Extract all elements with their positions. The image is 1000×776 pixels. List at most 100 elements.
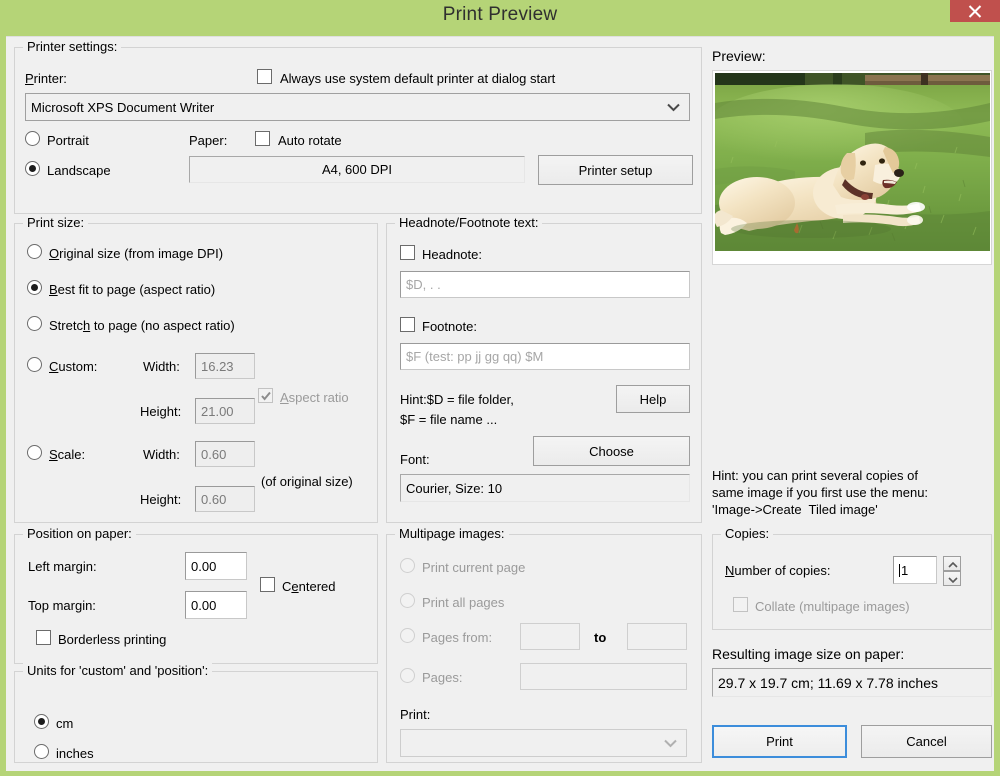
print-size-bestfit-label: Best fit to page (aspect ratio) bbox=[49, 282, 216, 297]
dialog-client-area: Printer settings: Printer: Always use sy… bbox=[6, 36, 994, 771]
scale-width-label: Width: bbox=[143, 447, 180, 462]
caret-down-icon bbox=[948, 577, 958, 583]
auto-rotate-checkbox[interactable] bbox=[255, 131, 270, 146]
tiled-hint-line-2: same image if you first use the menu: bbox=[712, 485, 929, 500]
units-inches-label: inches bbox=[56, 746, 94, 761]
cancel-button[interactable]: Cancel bbox=[861, 725, 992, 758]
print-combo-label: Print: bbox=[400, 707, 431, 722]
copies-group: Copies: Number of copies: 1 Collate (mul… bbox=[712, 526, 992, 630]
print-current-page-label: Print current page bbox=[422, 560, 526, 575]
orientation-portrait-radio[interactable] bbox=[25, 131, 40, 146]
multipage-images-title: Multipage images: bbox=[395, 526, 509, 541]
left-margin-label: Left margin: bbox=[28, 559, 97, 574]
aspect-ratio-label: Aspect ratio bbox=[280, 390, 349, 405]
print-button[interactable]: Print bbox=[712, 725, 847, 758]
hint-line-1: Hint:$D = file folder, bbox=[400, 392, 514, 407]
borderless-printing-checkbox[interactable] bbox=[36, 630, 51, 645]
top-margin-label: Top margin: bbox=[28, 598, 96, 613]
paper-value-field: A4, 600 DPI bbox=[189, 156, 525, 183]
footnote-input[interactable]: $F (test: pp jj gg qq) $M bbox=[400, 343, 690, 370]
units-cm-radio[interactable] bbox=[34, 714, 49, 729]
paper-value-text: A4, 600 DPI bbox=[321, 162, 393, 177]
print-mode-select[interactable] bbox=[400, 729, 687, 757]
title-bar: Print Preview bbox=[0, 0, 1000, 36]
choose-label: Choose bbox=[589, 443, 634, 459]
collate-checkbox[interactable] bbox=[733, 597, 748, 612]
scale-height-input[interactable]: 0.60 bbox=[195, 486, 255, 512]
borderless-printing-label: Borderless printing bbox=[58, 632, 167, 647]
printer-label: Printer: bbox=[25, 71, 67, 86]
pages-from-radio[interactable] bbox=[400, 628, 415, 643]
orientation-landscape-label: Landscape bbox=[47, 163, 111, 178]
always-default-printer-checkbox[interactable] bbox=[257, 69, 272, 84]
left-margin-value: 0.00 bbox=[191, 558, 217, 574]
hint-line-2: $F = file name ... bbox=[400, 412, 498, 427]
multipage-images-group: Multipage images: Print current page Pri… bbox=[386, 526, 702, 763]
help-button[interactable]: Help bbox=[616, 385, 690, 413]
scale-height-value: 0.60 bbox=[201, 491, 227, 507]
pages-to-input[interactable] bbox=[627, 623, 687, 650]
print-current-page-radio[interactable] bbox=[400, 558, 415, 573]
print-size-custom-radio[interactable] bbox=[27, 357, 42, 372]
pages-list-input[interactable] bbox=[520, 663, 687, 690]
print-size-original-radio[interactable] bbox=[27, 244, 42, 259]
pages-list-label: Pages: bbox=[422, 670, 463, 685]
headnote-checkbox[interactable] bbox=[400, 245, 415, 260]
headnote-input[interactable]: $D, . . bbox=[400, 271, 690, 298]
pages-to-label: to bbox=[594, 630, 607, 645]
always-default-printer-label: Always use system default printer at dia… bbox=[280, 71, 556, 86]
centered-label: Centered bbox=[282, 579, 336, 594]
cancel-button-label: Cancel bbox=[906, 734, 947, 749]
printer-select[interactable]: Microsoft XPS Document Writer bbox=[25, 93, 690, 121]
custom-width-input[interactable]: 16.23 bbox=[195, 353, 255, 379]
print-size-scale-radio[interactable] bbox=[27, 445, 42, 460]
choose-font-button[interactable]: Choose bbox=[533, 436, 690, 466]
print-all-pages-radio[interactable] bbox=[400, 593, 415, 608]
print-size-stretch-radio[interactable] bbox=[27, 316, 42, 331]
print-size-stretch-label: Stretch to page (no aspect ratio) bbox=[49, 318, 235, 333]
centered-checkbox[interactable] bbox=[260, 577, 275, 592]
pages-list-radio[interactable] bbox=[400, 668, 415, 683]
orientation-portrait-label: Portrait bbox=[47, 133, 89, 148]
headnote-label: Headnote: bbox=[422, 247, 482, 262]
spinner-down-button[interactable] bbox=[943, 571, 961, 586]
position-on-paper-title: Position on paper: bbox=[23, 526, 136, 541]
number-of-copies-input[interactable]: 1 bbox=[893, 556, 937, 584]
print-button-label: Print bbox=[766, 734, 793, 749]
scale-width-input[interactable]: 0.60 bbox=[195, 441, 255, 467]
font-value-text: Courier, Size: 10 bbox=[406, 480, 503, 496]
spinner-up-button[interactable] bbox=[943, 556, 961, 571]
preview-photo bbox=[715, 73, 990, 251]
pages-from-input[interactable] bbox=[520, 623, 580, 650]
help-label: Help bbox=[639, 391, 667, 407]
tiled-hint-line-1: Hint: you can print several copies of bbox=[712, 468, 918, 483]
footnote-checkbox[interactable] bbox=[400, 317, 415, 332]
aspect-ratio-checkbox[interactable] bbox=[258, 388, 273, 403]
paper-label: Paper: bbox=[189, 133, 228, 148]
auto-rotate-label: Auto rotate bbox=[278, 133, 342, 148]
units-inches-radio[interactable] bbox=[34, 744, 49, 759]
dog-on-grass-image bbox=[715, 73, 990, 251]
top-margin-value: 0.00 bbox=[191, 597, 217, 613]
window-title: Print Preview bbox=[442, 4, 558, 25]
close-button[interactable] bbox=[950, 0, 1000, 22]
number-of-copies-label: Number of copies: bbox=[725, 563, 831, 578]
top-margin-input[interactable]: 0.00 bbox=[185, 591, 247, 619]
copies-title: Copies: bbox=[721, 526, 774, 541]
units-cm-label: cm bbox=[56, 716, 74, 731]
printer-select-value: Microsoft XPS Document Writer bbox=[31, 99, 215, 115]
print-size-bestfit-radio[interactable] bbox=[27, 280, 42, 295]
resulting-size-value: 29.7 x 19.7 cm; 11.69 x 7.78 inches bbox=[718, 674, 938, 691]
custom-height-input[interactable]: 21.00 bbox=[195, 398, 255, 424]
printer-setup-button[interactable]: Printer setup bbox=[538, 155, 693, 185]
preview-image-frame bbox=[712, 70, 992, 265]
printer-settings-title: Printer settings: bbox=[23, 39, 122, 54]
custom-width-label: Width: bbox=[143, 359, 180, 374]
custom-width-value: 16.23 bbox=[201, 358, 234, 374]
headnote-footnote-group: Headnote/Footnote text: Headnote: $D, . … bbox=[386, 215, 702, 523]
chevron-down-icon bbox=[667, 100, 680, 115]
left-margin-input[interactable]: 0.00 bbox=[185, 552, 247, 580]
collate-label: Collate (multipage images) bbox=[755, 599, 910, 614]
copies-spinner[interactable] bbox=[943, 556, 961, 586]
orientation-landscape-radio[interactable] bbox=[25, 161, 40, 176]
